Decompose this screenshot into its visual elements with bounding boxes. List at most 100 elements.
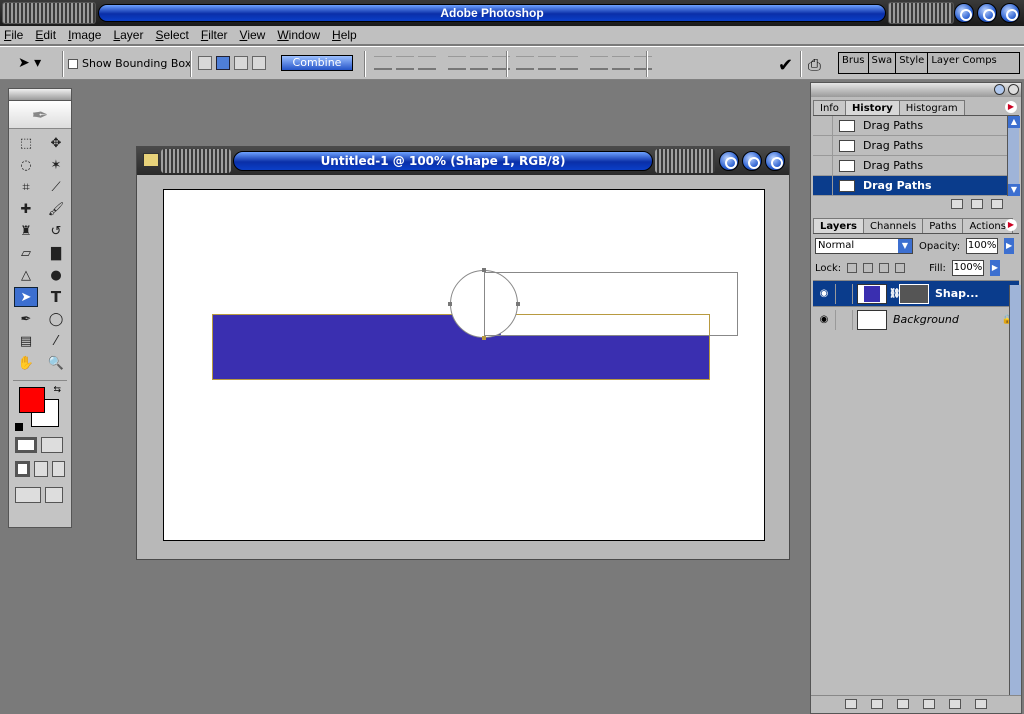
menu-layer[interactable]: Layer xyxy=(113,28,143,42)
zoom-tool-icon[interactable]: 🔍 xyxy=(44,353,68,373)
history-item[interactable]: Drag Paths xyxy=(813,115,1019,136)
document-close-button[interactable] xyxy=(765,151,785,171)
quick-mask-mode-icon[interactable] xyxy=(41,437,63,453)
slice-tool-icon[interactable]: ⟋ xyxy=(44,177,68,197)
add-area-icon[interactable] xyxy=(198,56,212,70)
scroll-up-icon[interactable]: ▲ xyxy=(1008,116,1020,128)
opacity-field[interactable]: 100% xyxy=(966,238,999,254)
align-vcenter-icon[interactable] xyxy=(396,56,414,70)
lock-image-icon[interactable] xyxy=(863,263,874,273)
new-layer-icon[interactable] xyxy=(949,699,961,709)
tab-histogram[interactable]: Histogram xyxy=(898,100,965,115)
history-panel-menu-icon[interactable]: ▶ xyxy=(1005,101,1017,113)
jump-to-imageready-icon[interactable] xyxy=(15,487,41,503)
new-layer-set-icon[interactable] xyxy=(897,699,909,709)
layer-thumbnail[interactable] xyxy=(857,283,887,304)
menu-image[interactable]: Image xyxy=(68,28,101,42)
lock-all-icon[interactable] xyxy=(895,263,906,273)
panel-minimize-icon[interactable] xyxy=(994,84,1005,95)
toolbox-header[interactable] xyxy=(9,89,71,101)
menu-help[interactable]: Help xyxy=(332,28,357,42)
new-document-from-state-icon[interactable] xyxy=(951,199,963,209)
gradient-tool-icon[interactable]: ▇ xyxy=(44,243,68,263)
tool-preset-picker[interactable]: ➤ ▾ xyxy=(18,55,58,73)
history-snapshot-slot[interactable] xyxy=(813,155,833,176)
document-canvas[interactable] xyxy=(163,189,765,541)
menu-filter[interactable]: Filter xyxy=(201,28,228,42)
foreground-color-swatch[interactable] xyxy=(19,387,45,413)
show-bounding-box-checkbox[interactable] xyxy=(68,58,78,69)
layer-edit-brush-icon[interactable] xyxy=(835,283,853,304)
tab-paths[interactable]: Paths xyxy=(922,218,964,233)
history-snapshot-slot[interactable] xyxy=(813,135,833,156)
history-item[interactable]: Drag Paths xyxy=(813,135,1019,156)
history-brush-tool-icon[interactable]: ↺ xyxy=(44,221,68,241)
scroll-down-icon[interactable]: ▼ xyxy=(1008,184,1020,196)
visibility-eye-icon[interactable]: ◉ xyxy=(813,288,835,299)
magic-wand-tool-icon[interactable]: ✶ xyxy=(44,155,68,175)
maximize-button[interactable] xyxy=(977,3,997,23)
vector-mask-thumbnail[interactable] xyxy=(899,283,929,304)
layers-panel-menu-icon[interactable]: ▶ xyxy=(1005,219,1017,231)
layers-scrollbar[interactable] xyxy=(1009,285,1021,695)
tab-layers[interactable]: Layers xyxy=(813,218,864,233)
history-snapshot-slot[interactable] xyxy=(813,175,833,196)
palette-well-tab-styles[interactable]: Style xyxy=(896,53,929,73)
ellipse-tool-icon[interactable]: ◯ xyxy=(44,309,68,329)
exclude-area-icon[interactable] xyxy=(252,56,266,70)
palette-well-tab-swatches[interactable]: Swa xyxy=(869,53,897,73)
distribute-left-icon[interactable] xyxy=(590,56,608,70)
menu-view[interactable]: View xyxy=(240,28,266,42)
type-tool-icon[interactable]: T xyxy=(44,287,68,307)
distribute-top-icon[interactable] xyxy=(516,56,534,70)
history-snapshot-slot[interactable] xyxy=(813,115,833,136)
marquee-tool-icon[interactable]: ⬚ xyxy=(14,133,38,153)
layer-link-icon[interactable]: ⛓ xyxy=(889,289,900,299)
crop-tool-icon[interactable]: ⌗ xyxy=(14,177,38,197)
align-top-icon[interactable] xyxy=(374,56,392,70)
history-scrollbar[interactable]: ▲ ▼ xyxy=(1007,116,1020,196)
file-browser-icon[interactable]: ⎙ xyxy=(808,55,821,75)
delete-state-icon[interactable] xyxy=(991,199,1003,209)
document-icon[interactable] xyxy=(143,153,159,167)
healing-brush-tool-icon[interactable]: ✚ xyxy=(14,199,38,219)
layer-edit-brush-icon[interactable] xyxy=(835,309,853,330)
tab-history[interactable]: History xyxy=(844,100,900,115)
show-bounding-box-option[interactable]: Show Bounding Box xyxy=(68,57,191,70)
menu-edit[interactable]: Edit xyxy=(35,28,56,42)
tab-info[interactable]: Info xyxy=(813,100,846,115)
adobe-feather-icon[interactable]: ✒ xyxy=(9,101,71,129)
visibility-eye-icon[interactable]: ◉ xyxy=(813,314,835,325)
eraser-tool-icon[interactable]: ▱ xyxy=(14,243,38,263)
align-bottom-icon[interactable] xyxy=(418,56,436,70)
subtract-area-icon[interactable] xyxy=(216,56,230,70)
distribute-right-icon[interactable] xyxy=(634,56,652,70)
layer-row-background[interactable]: ◉ Background 🔒 xyxy=(813,306,1019,332)
minimize-button[interactable] xyxy=(954,3,974,23)
distribute-hcenter-icon[interactable] xyxy=(612,56,630,70)
intersect-area-icon[interactable] xyxy=(234,56,248,70)
layer-thumbnail[interactable] xyxy=(857,309,887,330)
hand-tool-icon[interactable]: ✋ xyxy=(14,353,38,373)
document-maximize-button[interactable] xyxy=(742,151,762,171)
standard-screen-icon[interactable] xyxy=(15,461,31,477)
tab-channels[interactable]: Channels xyxy=(863,218,924,233)
blend-mode-select[interactable]: Normal xyxy=(815,238,913,254)
layer-row-shape-1[interactable]: ◉ ⛓ Shap... xyxy=(813,280,1019,306)
edit-in-imageready-icon[interactable] xyxy=(45,487,63,503)
distribute-vcenter-icon[interactable] xyxy=(538,56,556,70)
history-panel-header[interactable] xyxy=(811,83,1021,97)
new-adjustment-layer-icon[interactable] xyxy=(923,699,935,709)
dodge-tool-icon[interactable]: ● xyxy=(44,265,68,285)
standard-mode-icon[interactable] xyxy=(15,437,37,453)
palette-well-tab-brushes[interactable]: Brus xyxy=(839,53,869,73)
add-layer-style-icon[interactable] xyxy=(845,699,857,709)
history-item[interactable]: Drag Paths xyxy=(813,155,1019,176)
brush-tool-icon[interactable]: 🖌 xyxy=(44,199,68,219)
menu-file[interactable]: File xyxy=(4,28,23,42)
lasso-tool-icon[interactable]: ◌ xyxy=(14,155,38,175)
path-anchor-top[interactable] xyxy=(482,268,486,272)
eyedropper-tool-icon[interactable]: ⁄ xyxy=(44,331,68,351)
clone-stamp-tool-icon[interactable]: ♜ xyxy=(14,221,38,241)
opacity-slider-icon[interactable]: ▶ xyxy=(1004,238,1015,254)
